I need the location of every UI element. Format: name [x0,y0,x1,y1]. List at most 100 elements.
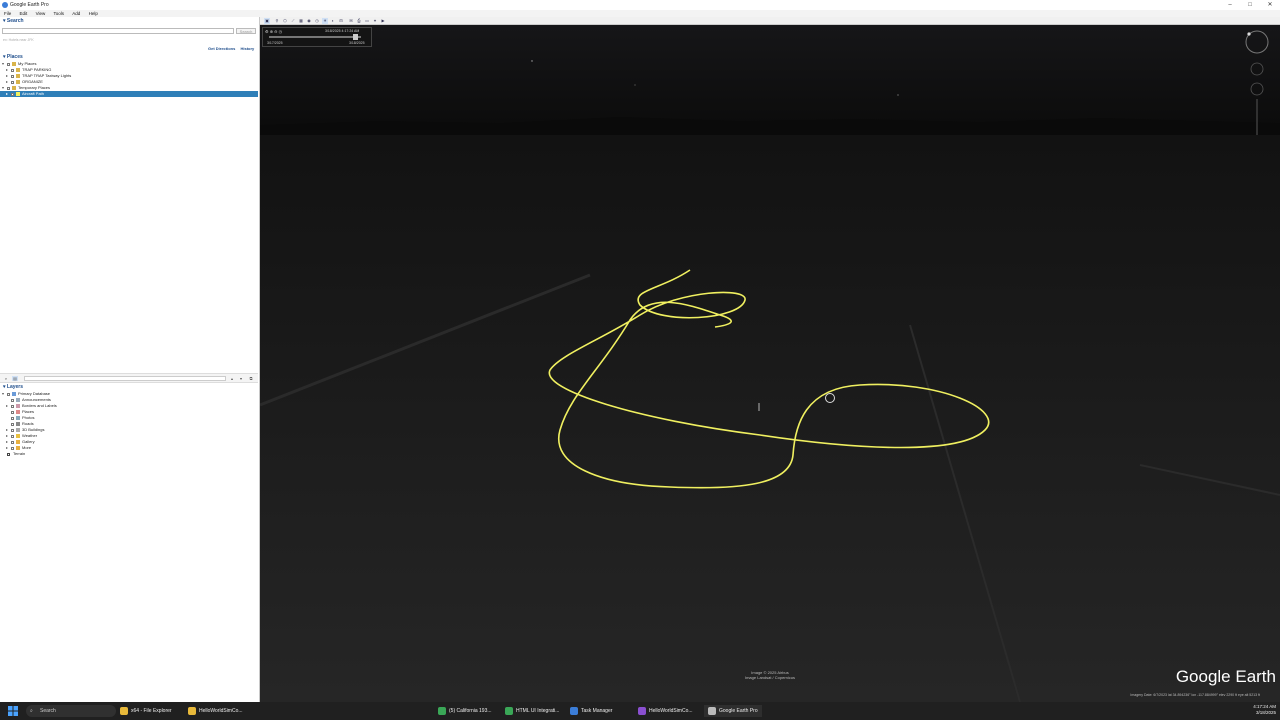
menu-tools[interactable]: Tools [54,10,65,17]
expand-icon[interactable]: ▸ [6,91,8,97]
checkbox[interactable] [11,410,14,414]
list-view-icon[interactable]: ▤ [12,376,18,381]
get-directions-link[interactable]: Get Directions [208,46,235,51]
earth-view[interactable] [260,25,1280,702]
menu-edit[interactable]: Edit [20,10,28,17]
print-icon[interactable]: ⎙ [356,18,362,24]
time-handle[interactable] [353,34,358,40]
taskbar-app[interactable]: HTML UI Integrati... [505,705,559,717]
menu-view[interactable]: View [36,10,46,17]
search-icon: ⌕ [30,708,33,714]
taskbar-app[interactable]: HelloWorldSimCo... [638,705,693,717]
record-tour-icon[interactable]: ◉ [306,18,312,24]
historical-imagery-icon[interactable]: ◷ [314,18,320,24]
windows-start-icon[interactable] [8,706,18,716]
taskbar-search[interactable]: ⌕ Search [26,705,116,717]
more-icon [16,446,20,450]
checkbox[interactable] [11,428,14,432]
sky [260,25,1280,125]
history-link[interactable]: History [240,46,254,51]
taskbar-app[interactable]: HelloWorldSimCo... [188,705,243,717]
checkbox[interactable] [7,86,10,90]
search-button[interactable]: Search [236,28,256,34]
folder-icon [12,86,16,90]
view-in-maps-icon[interactable]: ⌖ [372,18,378,24]
path-tool-icon[interactable]: ⟋ [290,18,296,24]
sidebar: ▾ Search Search ex: Hotels near JFK Get … [0,17,260,702]
look-joystick[interactable] [1250,62,1264,76]
email-icon[interactable]: ✉ [348,18,354,24]
announcement-icon [16,398,20,402]
chrome-icon [438,706,446,715]
map-toolbar: ▣ ⚲ ⬠ ⟋ ▦ ◉ ◷ ☀ ◐ ⊟ ✉ ⎙ ▭ ⌖ ▶ [260,17,1280,25]
time-range-label: 3/18/2025 4:17:24 AM [325,29,360,33]
checkbox[interactable] [11,422,14,426]
time-track[interactable] [269,36,361,38]
maximize-button[interactable]: □ [1240,0,1260,10]
checkbox[interactable] [7,62,10,66]
expand-panel-icon[interactable]: ⧉ [248,376,254,381]
title-bar: Google Earth Pro – □ ✕ [0,0,1280,10]
minimize-button[interactable]: – [1220,0,1240,10]
menu-help[interactable]: Help [89,10,98,17]
borders-icon [16,404,20,408]
navigation-controls[interactable] [1244,29,1270,139]
taskbar-app[interactable]: Task Manager [570,705,612,717]
taskbar-app[interactable]: (5) California 193... [438,705,492,717]
north-marker [1247,32,1251,36]
menu-bar: File Edit View Tools Add Help [0,10,1280,17]
checkbox[interactable] [11,446,14,450]
sun-icon[interactable]: ☀ [322,18,328,24]
system-clock[interactable]: 4:17:24 AM 3/18/2025 [1253,704,1276,716]
checkbox[interactable] [11,416,14,420]
search-input[interactable] [2,28,234,34]
checkbox[interactable] [11,434,14,438]
checkbox[interactable] [7,392,10,396]
chrome-icon [505,706,513,715]
time-controls[interactable]: ⚙ ⊕ ⊖ ◷ [265,29,282,34]
move-down-icon[interactable]: ▾ [238,376,244,381]
checkbox[interactable] [11,398,14,402]
planets-icon[interactable]: ◐ [330,18,336,24]
sidebar-toggle-icon[interactable]: ▣ [264,18,270,24]
taskbar-app[interactable]: x64 - File Explorer [120,705,172,717]
places-toolbar: ⌕ ▤ ▴ ▾ ⧉ [0,373,258,383]
movie-maker-icon[interactable]: ▶ [380,18,386,24]
checkbox[interactable] [11,74,14,78]
folder-icon [16,80,20,84]
windows-taskbar: ⌕ Search x64 - File Explorer HelloWorldS… [0,702,1280,720]
time-slider[interactable]: ⚙ ⊕ ⊖ ◷ 3/18/2025 4:17:24 AM 3/17/2025 3… [262,27,372,47]
menu-file[interactable]: File [4,10,11,17]
checkbox[interactable] [11,80,14,84]
menu-add[interactable]: Add [72,10,80,17]
layers-panel-header[interactable]: ▾ Layers [0,384,258,390]
weather-icon [16,434,20,438]
checkbox[interactable] [11,92,14,96]
search-icon[interactable]: ⌕ [3,376,9,381]
status-bar: Imagery Date: 6/7/2023 lat 34.894236° lo… [1130,693,1260,697]
places-panel-header[interactable]: ▾ Places [0,54,258,60]
places-filter-input[interactable] [24,376,226,381]
move-joystick[interactable] [1250,82,1264,96]
ruler-icon[interactable]: ⊟ [338,18,344,24]
move-up-icon[interactable]: ▴ [229,376,235,381]
search-panel-header[interactable]: ▾ Search [0,18,258,24]
checkbox[interactable] [7,452,10,456]
folder-icon [120,706,128,715]
placemark-icon[interactable]: ⚲ [274,18,280,24]
time-end-label: 3/18/2025 [349,41,365,45]
polygon-icon[interactable]: ⬠ [282,18,288,24]
checkbox[interactable] [11,68,14,72]
folder-icon [188,706,196,715]
place-aircraft-path[interactable]: ▸ Aircraft Path [0,91,258,97]
checkbox[interactable] [11,404,14,408]
save-image-icon[interactable]: ▭ [364,18,370,24]
taskbar-app-active[interactable]: Google Earth Pro [704,705,762,717]
ground [260,135,1280,702]
layer-terrain[interactable]: Terrain [0,451,258,457]
layers-tree: ▾ Primary Database Announcements ▸ Borde… [0,391,258,457]
overlay-icon[interactable]: ▦ [298,18,304,24]
close-button[interactable]: ✕ [1260,0,1280,10]
checkbox[interactable] [11,440,14,444]
gallery-icon [16,440,20,444]
